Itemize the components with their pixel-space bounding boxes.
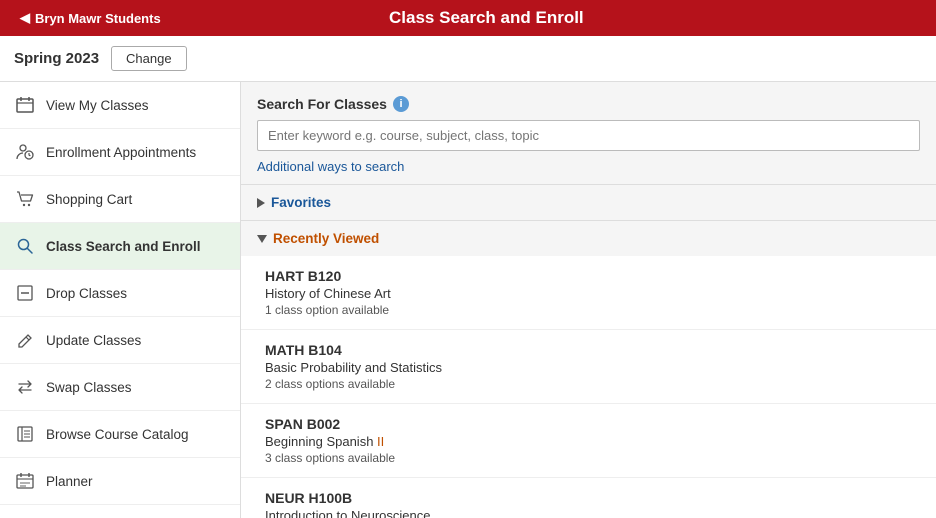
course-code-math: MATH B104	[265, 342, 912, 358]
sidebar-label-class-search: Class Search and Enroll	[46, 239, 201, 254]
sidebar-label-enrollment-appointments: Enrollment Appointments	[46, 145, 196, 160]
sidebar-label-drop-classes: Drop Classes	[46, 286, 127, 301]
book-icon	[14, 423, 36, 445]
recently-viewed-section: Recently Viewed HART B120 History of Chi…	[241, 221, 936, 518]
course-item-hart[interactable]: HART B120 History of Chinese Art 1 class…	[241, 256, 936, 330]
cart-icon	[14, 188, 36, 210]
drop-icon	[14, 282, 36, 304]
sidebar-item-view-classes[interactable]: View My Classes	[0, 82, 240, 129]
page-title: Class Search and Enroll	[169, 8, 804, 28]
change-semester-button[interactable]: Change	[111, 46, 187, 71]
recently-viewed-expand-icon	[257, 235, 267, 243]
back-label: Bryn Mawr Students	[35, 11, 161, 26]
planner-icon	[14, 470, 36, 492]
sidebar-label-swap-classes: Swap Classes	[46, 380, 132, 395]
sidebar-item-class-search[interactable]: Class Search and Enroll	[0, 223, 240, 270]
semester-label: Spring 2023	[14, 50, 99, 67]
person-clock-icon	[14, 141, 36, 163]
pencil-icon	[14, 329, 36, 351]
recently-viewed-header[interactable]: Recently Viewed	[241, 221, 936, 256]
sidebar-label-view-classes: View My Classes	[46, 98, 149, 113]
sidebar: View My Classes Enrollment Appointments	[0, 82, 241, 518]
sidebar-item-enrollment-appointments[interactable]: Enrollment Appointments	[0, 129, 240, 176]
sidebar-item-shopping-cart[interactable]: Shopping Cart	[0, 176, 240, 223]
course-name-hart: History of Chinese Art	[265, 286, 912, 301]
sidebar-item-browse-catalog[interactable]: Browse Course Catalog	[0, 411, 240, 458]
sidebar-label-planner: Planner	[46, 474, 93, 489]
favorites-header[interactable]: Favorites	[241, 185, 936, 220]
info-icon[interactable]: i	[393, 96, 409, 112]
course-name-math: Basic Probability and Statistics	[265, 360, 912, 375]
main-layout: View My Classes Enrollment Appointments	[0, 82, 936, 518]
back-button[interactable]: ◀ Bryn Mawr Students	[12, 6, 169, 30]
course-options-span: 3 class options available	[265, 451, 912, 465]
calendar-icon	[14, 94, 36, 116]
course-code-hart: HART B120	[265, 268, 912, 284]
course-options-hart: 1 class option available	[265, 303, 912, 317]
course-list: HART B120 History of Chinese Art 1 class…	[241, 256, 936, 518]
sidebar-item-swap-classes[interactable]: Swap Classes	[0, 364, 240, 411]
course-name-span-highlight: II	[377, 434, 384, 449]
course-item-math[interactable]: MATH B104 Basic Probability and Statisti…	[241, 330, 936, 404]
sidebar-label-browse-catalog: Browse Course Catalog	[46, 427, 189, 442]
content-area: Search For Classes i Additional ways to …	[241, 82, 936, 518]
favorites-collapse-icon	[257, 198, 265, 208]
additional-ways-link[interactable]: Additional ways to search	[257, 159, 404, 184]
swap-icon	[14, 376, 36, 398]
course-options-math: 2 class options available	[265, 377, 912, 391]
back-arrow-icon: ◀	[20, 10, 30, 26]
favorites-label: Favorites	[271, 195, 331, 210]
search-label: Search For Classes	[257, 96, 387, 112]
course-code-span: SPAN B002	[265, 416, 912, 432]
course-item-neur[interactable]: NEUR H100B Introduction to Neuroscience …	[241, 478, 936, 518]
course-item-span[interactable]: SPAN B002 Beginning Spanish II 3 class o…	[241, 404, 936, 478]
sidebar-label-update-classes: Update Classes	[46, 333, 141, 348]
course-name-span: Beginning Spanish II	[265, 434, 912, 449]
search-label-row: Search For Classes i	[257, 96, 920, 112]
semester-row: Spring 2023 Change	[0, 36, 936, 82]
sidebar-item-update-classes[interactable]: Update Classes	[0, 317, 240, 364]
sidebar-label-shopping-cart: Shopping Cart	[46, 192, 132, 207]
recently-viewed-label: Recently Viewed	[273, 231, 379, 246]
favorites-section: Favorites	[241, 185, 936, 221]
course-name-span-before: Beginning Spanish	[265, 434, 377, 449]
search-input[interactable]	[257, 120, 920, 151]
sidebar-item-planner[interactable]: Planner	[0, 458, 240, 505]
course-name-neur: Introduction to Neuroscience	[265, 508, 912, 518]
search-section: Search For Classes i Additional ways to …	[241, 82, 936, 185]
course-code-neur: NEUR H100B	[265, 490, 912, 506]
header: ◀ Bryn Mawr Students Class Search and En…	[0, 0, 936, 36]
sidebar-item-drop-classes[interactable]: Drop Classes	[0, 270, 240, 317]
search-icon	[14, 235, 36, 257]
